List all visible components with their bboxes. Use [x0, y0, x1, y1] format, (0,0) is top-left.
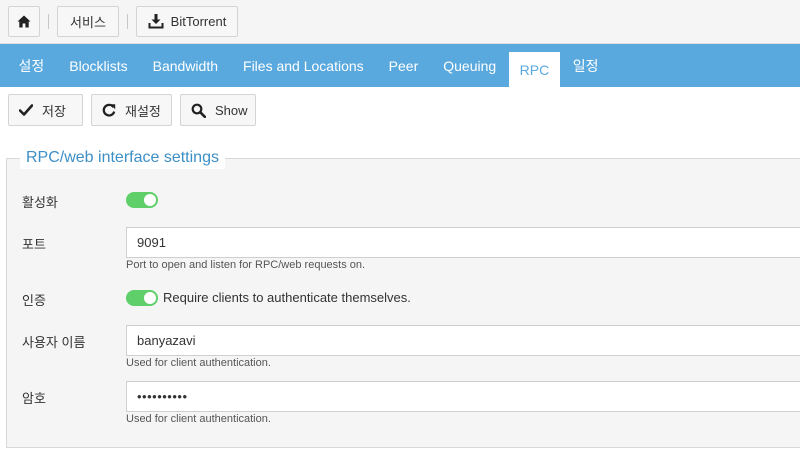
- show-button[interactable]: Show: [180, 94, 256, 126]
- home-icon: [17, 15, 31, 28]
- port-label: 포트: [22, 237, 46, 252]
- password-hint: Used for client authentication.: [126, 413, 271, 425]
- save-button[interactable]: 저장: [8, 94, 83, 126]
- auth-toggle-text: Require clients to authenticate themselv…: [163, 290, 411, 305]
- port-hint: Port to open and listen for RPC/web requ…: [126, 259, 366, 271]
- port-input[interactable]: 9091: [126, 227, 800, 258]
- tab-schedule[interactable]: 일정: [560, 44, 611, 87]
- breadcrumb-bittorrent[interactable]: BitTorrent: [136, 6, 238, 37]
- password-label: 암호: [22, 391, 46, 406]
- search-icon: [191, 103, 206, 118]
- password-input[interactable]: ••••••••••: [126, 381, 800, 412]
- checkmark-icon: [19, 104, 33, 116]
- enable-toggle[interactable]: [126, 192, 158, 208]
- breadcrumb: 서비스 BitTorrent: [0, 0, 800, 44]
- auth-label: 인증: [22, 293, 46, 308]
- enable-label: 활성화: [22, 195, 58, 210]
- download-tray-icon: [148, 14, 164, 29]
- section-legend: RPC/web interface settings: [20, 147, 225, 169]
- reset-button[interactable]: 재설정: [91, 94, 172, 126]
- tab-files-and-locations[interactable]: Files and Locations: [231, 44, 377, 87]
- tab-peer[interactable]: Peer: [376, 44, 431, 87]
- breadcrumb-separator: [127, 14, 128, 29]
- show-button-label: Show: [215, 102, 248, 118]
- username-hint: Used for client authentication.: [126, 357, 271, 369]
- tab-bar: 설정 Blocklists Bandwidth Files and Locati…: [0, 44, 800, 87]
- username-label: 사용자 이름: [22, 335, 86, 350]
- save-button-label: 저장: [42, 103, 66, 119]
- tab-blocklists[interactable]: Blocklists: [57, 44, 140, 87]
- auth-toggle[interactable]: [126, 290, 158, 306]
- refresh-icon: [102, 103, 116, 117]
- reset-button-label: 재설정: [125, 103, 161, 119]
- breadcrumb-service-label: 서비스: [70, 15, 106, 30]
- tab-bandwidth[interactable]: Bandwidth: [140, 44, 230, 87]
- toolbar: 저장 재설정 Show: [0, 87, 800, 133]
- tab-queuing[interactable]: Queuing: [431, 44, 509, 87]
- breadcrumb-service[interactable]: 서비스: [57, 6, 119, 37]
- username-input[interactable]: banyazavi: [126, 325, 800, 356]
- breadcrumb-separator: [48, 14, 49, 29]
- tab-rpc[interactable]: RPC: [508, 52, 561, 87]
- tab-settings[interactable]: 설정: [6, 44, 57, 87]
- home-button[interactable]: [8, 6, 40, 37]
- breadcrumb-app-label: BitTorrent: [170, 14, 227, 29]
